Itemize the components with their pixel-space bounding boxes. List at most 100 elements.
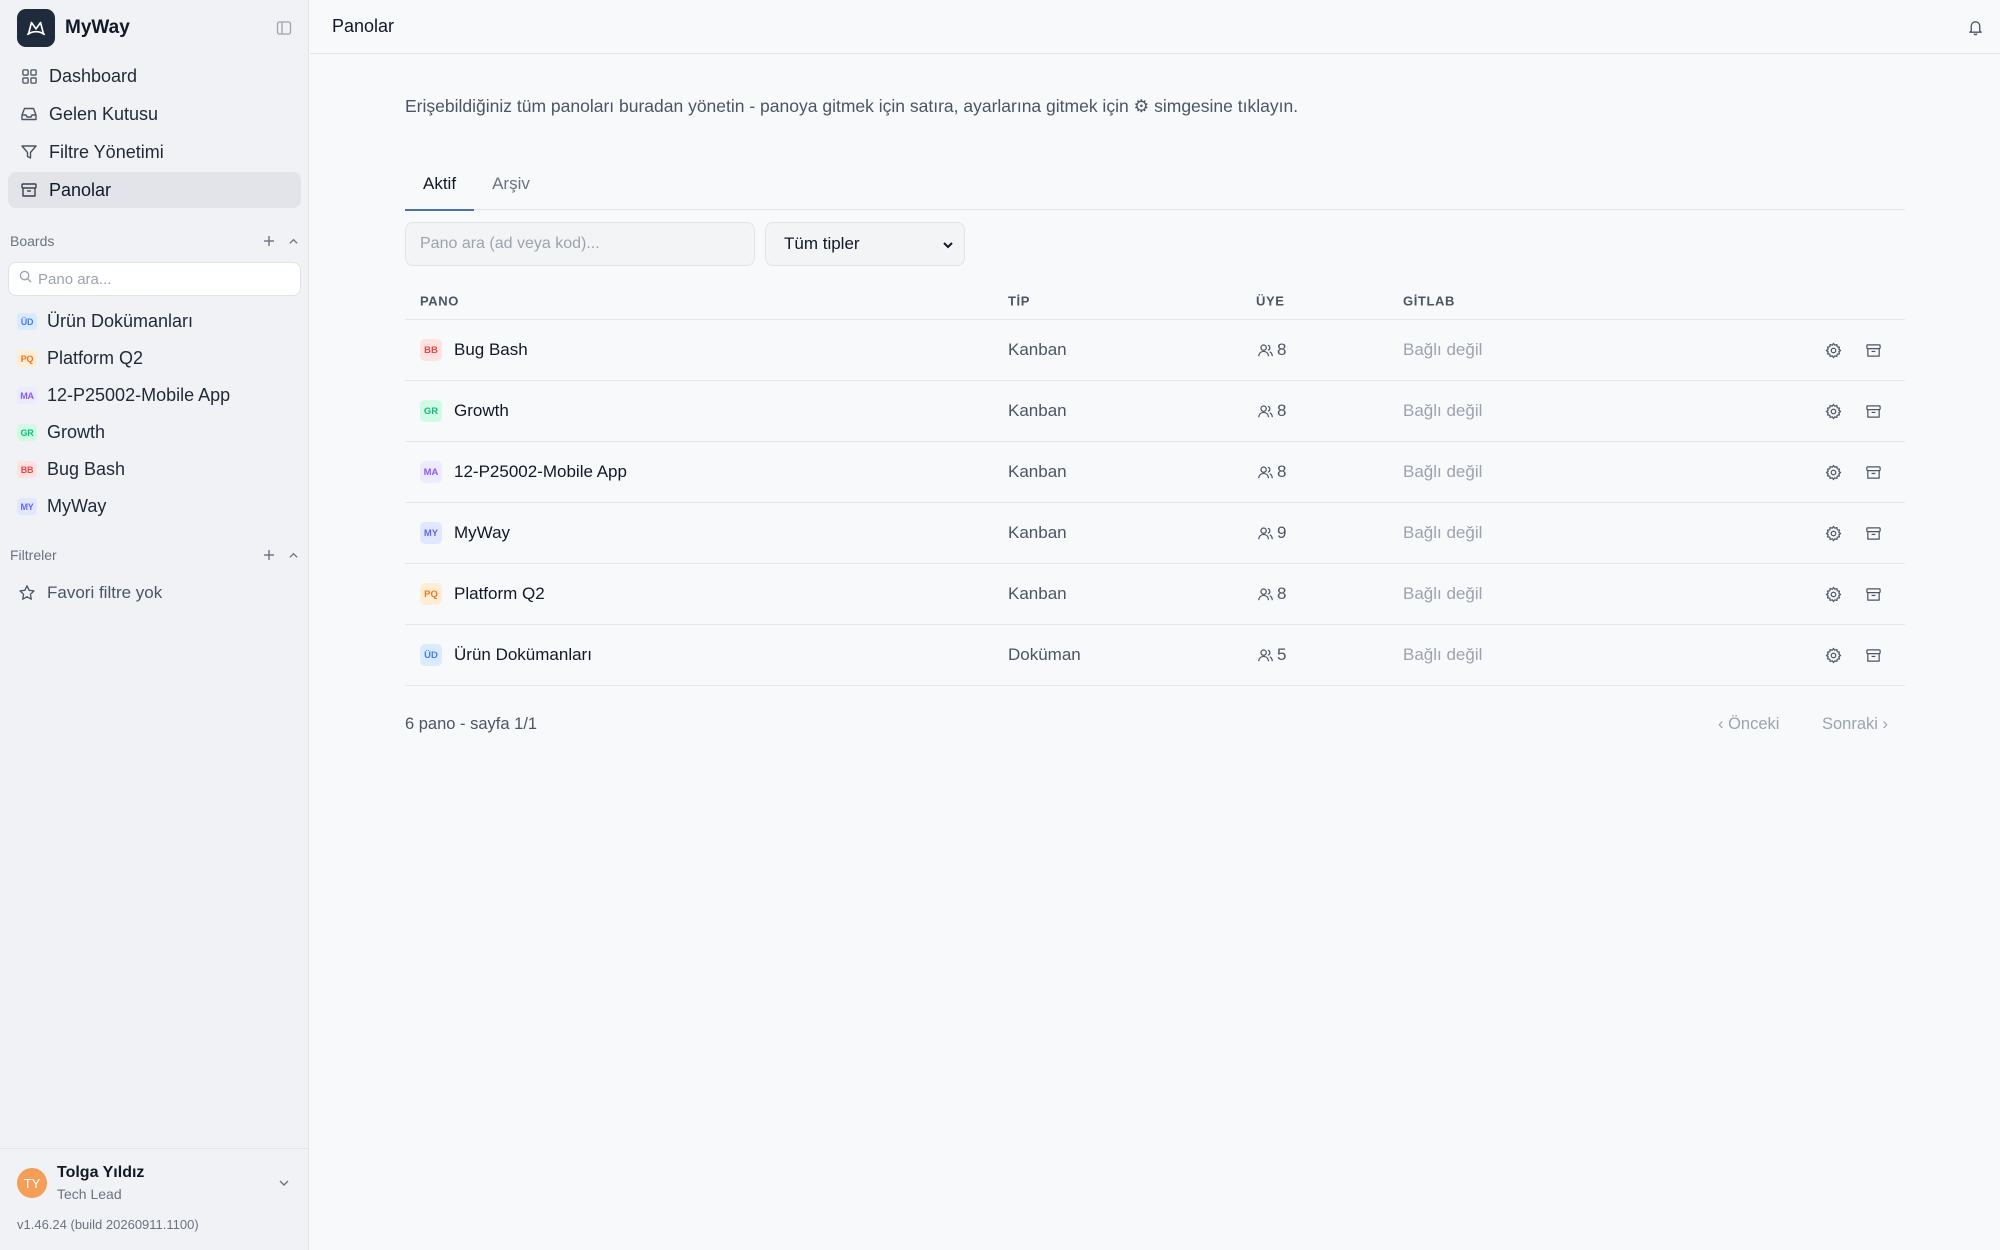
- sidebar-board-item[interactable]: BB Bug Bash: [8, 451, 301, 488]
- sidebar: MyWay Dashboard Gelen Kutusu Filtre Yöne…: [0, 0, 309, 1250]
- member-count: 8: [1277, 584, 1287, 603]
- nav-item-boards[interactable]: Panolar: [8, 172, 301, 208]
- board-search-field[interactable]: [405, 222, 755, 266]
- tab-archive[interactable]: Arşiv: [474, 158, 548, 210]
- member-count-cell: 9: [1256, 523, 1286, 543]
- member-count-cell: 8: [1256, 584, 1286, 604]
- board-name: Bug Bash: [454, 340, 528, 359]
- board-badge: GR: [420, 400, 442, 422]
- filters-section-title: Filtreler: [10, 547, 57, 563]
- board-label: 12-P25002-Mobile App: [47, 385, 231, 405]
- dashboard-icon: [19, 66, 39, 86]
- archive-icon[interactable]: [1863, 645, 1883, 665]
- board-badge: BB: [17, 461, 37, 478]
- settings-gear-icon[interactable]: [1823, 645, 1843, 665]
- column-header-gitlab[interactable]: GİTLAB: [1403, 293, 1455, 308]
- nav-label: Filtre Yönetimi: [49, 141, 164, 162]
- table-row[interactable]: MA 12-P25002-Mobile App Kanban 8 Bağlı d…: [405, 442, 1905, 503]
- board-type: Kanban: [1008, 523, 1067, 542]
- board-label: Ürün Dokümanları: [47, 311, 194, 331]
- board-badge: BB: [420, 339, 442, 361]
- previous-page-button[interactable]: ‹ Önceki: [1718, 715, 1779, 734]
- member-count-cell: 5: [1256, 645, 1286, 665]
- type-filter-value: Tüm tipler: [784, 234, 860, 253]
- table-row[interactable]: ÜD Ürün Dokümanları Doküman 5 Bağlı deği…: [405, 625, 1905, 686]
- empty-filters-text: Favori filtre yok: [47, 583, 163, 602]
- board-name: MyWay: [454, 523, 511, 542]
- users-icon: [1256, 402, 1274, 420]
- sidebar-board-item[interactable]: ÜD Ürün Dokümanları: [8, 303, 301, 340]
- users-icon: [1256, 646, 1274, 664]
- board-type: Kanban: [1008, 584, 1067, 603]
- board-label: Bug Bash: [47, 459, 126, 479]
- next-page-button[interactable]: Sonraki ›: [1822, 715, 1888, 734]
- board-type: Kanban: [1008, 462, 1067, 481]
- archive-icon[interactable]: [1863, 340, 1883, 360]
- archive-icon[interactable]: [1863, 584, 1883, 604]
- sidebar-board-item[interactable]: PQ Platform Q2: [8, 340, 301, 377]
- table-row[interactable]: BB Bug Bash Kanban 8 Bağlı değil: [405, 320, 1905, 381]
- nav-item-dashboard[interactable]: Dashboard: [8, 58, 301, 94]
- table-row[interactable]: GR Growth Kanban 8 Bağlı değil: [405, 381, 1905, 442]
- settings-gear-icon[interactable]: [1823, 462, 1843, 482]
- top-bar: Panolar: [310, 0, 2000, 54]
- users-icon: [1256, 524, 1274, 542]
- app-name: MyWay: [65, 17, 130, 38]
- gitlab-status: Bağlı değil: [1403, 584, 1483, 603]
- page-description: Erişebildiğiniz tüm panoları buradan yön…: [405, 96, 1299, 116]
- column-header-pano[interactable]: PANO: [420, 293, 459, 308]
- boards-section-header: Boards: [10, 230, 300, 252]
- sidebar-toggle-icon[interactable]: [274, 18, 294, 38]
- board-search-box[interactable]: [8, 262, 301, 296]
- type-filter-select[interactable]: Tüm tipler: [765, 222, 965, 266]
- board-name-cell: GR Growth: [420, 400, 509, 422]
- chevron-down-icon[interactable]: [276, 1175, 292, 1191]
- add-board-icon[interactable]: [262, 234, 276, 248]
- board-search-input[interactable]: [420, 235, 740, 253]
- users-icon: [1256, 585, 1274, 603]
- member-count: 8: [1277, 462, 1287, 481]
- nav-item-filters[interactable]: Filtre Yönetimi: [8, 134, 301, 170]
- board-label: Growth: [47, 422, 106, 442]
- board-search-input[interactable]: [38, 270, 278, 288]
- board-badge: PQ: [17, 350, 37, 367]
- user-menu[interactable]: TY Tolga Yıldız Tech Lead: [0, 1148, 308, 1218]
- chevron-up-icon[interactable]: [286, 234, 300, 248]
- pagination-summary: 6 pano - sayfa 1/1: [405, 715, 538, 733]
- gitlab-status: Bağlı değil: [1403, 401, 1483, 420]
- table-row[interactable]: MY MyWay Kanban 9 Bağlı değil: [405, 503, 1905, 564]
- board-badge: PQ: [420, 583, 442, 605]
- search-icon: [19, 270, 32, 288]
- avatar: TY: [17, 1168, 47, 1198]
- settings-gear-icon[interactable]: [1823, 401, 1843, 421]
- board-name: Ürün Dokümanları: [454, 645, 592, 664]
- tab-active[interactable]: Aktif: [405, 158, 475, 211]
- archive-icon[interactable]: [1863, 462, 1883, 482]
- archive-icon[interactable]: [1863, 401, 1883, 421]
- sidebar-board-item[interactable]: MY MyWay: [8, 488, 301, 525]
- sidebar-board-item[interactable]: MA 12-P25002-Mobile App: [8, 377, 301, 414]
- sidebar-board-item[interactable]: GR Growth: [8, 414, 301, 451]
- brand[interactable]: MyWay: [17, 9, 130, 47]
- board-badge: MA: [420, 461, 442, 483]
- board-name: Growth: [454, 401, 509, 420]
- member-count: 8: [1277, 401, 1287, 420]
- settings-gear-icon[interactable]: [1823, 584, 1843, 604]
- gitlab-status: Bağlı değil: [1403, 340, 1483, 359]
- member-count-cell: 8: [1256, 462, 1286, 482]
- settings-gear-icon[interactable]: [1823, 340, 1843, 360]
- table-row[interactable]: PQ Platform Q2 Kanban 8 Bağlı değil: [405, 564, 1905, 625]
- column-header-uye[interactable]: ÜYE: [1256, 293, 1285, 308]
- notification-bell-icon[interactable]: [1965, 17, 1985, 37]
- member-count: 5: [1277, 645, 1287, 664]
- app-version: v1.46.24 (build 20260911.1100): [17, 1217, 199, 1232]
- add-filter-icon[interactable]: [262, 548, 276, 562]
- table-body: BB Bug Bash Kanban 8 Bağlı değil GR Grow…: [405, 320, 1905, 686]
- archive-icon[interactable]: [1863, 523, 1883, 543]
- column-header-tip[interactable]: TİP: [1008, 293, 1030, 308]
- board-badge: MY: [17, 498, 37, 515]
- chevron-up-icon[interactable]: [286, 548, 300, 562]
- settings-gear-icon[interactable]: [1823, 523, 1843, 543]
- nav-item-inbox[interactable]: Gelen Kutusu: [8, 96, 301, 132]
- member-count-cell: 8: [1256, 340, 1286, 360]
